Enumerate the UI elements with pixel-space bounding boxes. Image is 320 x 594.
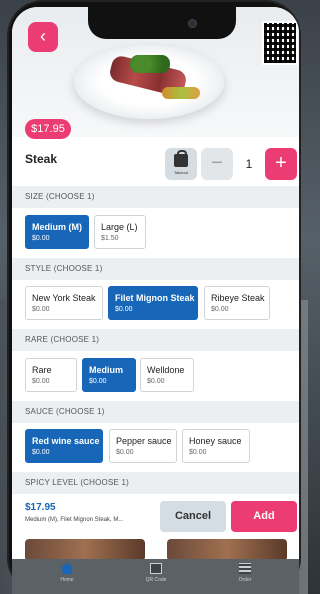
option-name: Pepper sauce	[116, 436, 172, 446]
option-sauce-pepper[interactable]: Pepper sauce $0.00	[109, 429, 177, 463]
option-price: $0.00	[115, 306, 133, 313]
quantity-decrease-button[interactable]: −	[201, 148, 233, 180]
option-price: $0.00	[32, 449, 50, 456]
app-screen: ‹ $17.95 Steak Takeout − 1 + SIZE (CHOOS…	[12, 7, 299, 594]
phone-notch	[88, 7, 236, 39]
option-sauce-honey[interactable]: Honey sauce $0.00	[182, 429, 250, 463]
option-price: $0.00	[32, 235, 50, 242]
selection-summary: Medium (M), Filet Mignon Steak, M...	[25, 517, 124, 523]
price-tag: $17.95	[25, 119, 71, 139]
option-name: Red wine sauce	[32, 436, 100, 446]
qr-code-icon	[262, 21, 298, 65]
quantity-increase-button[interactable]: +	[265, 148, 297, 180]
option-name: Honey sauce	[189, 436, 242, 446]
bag-icon	[174, 150, 188, 167]
cancel-button[interactable]: Cancel	[160, 501, 226, 532]
back-button[interactable]: ‹	[28, 22, 58, 52]
option-rare-welldone[interactable]: Welldone $0.00	[140, 358, 194, 392]
camera-icon	[188, 19, 197, 28]
tab-qr-code[interactable]: QR Code	[126, 563, 186, 583]
option-name: New York Steak	[32, 293, 96, 303]
vegetables	[162, 87, 200, 99]
section-header-style: STYLE (CHOOSE 1)	[12, 258, 299, 280]
background-dish-left	[25, 539, 145, 561]
total-price: $17.95	[25, 502, 56, 513]
section-header-spicy: SPICY LEVEL (CHOOSE 1)	[12, 472, 299, 494]
option-name: Filet Mignon Steak	[115, 293, 195, 303]
option-price: $0.00	[89, 378, 107, 385]
order-icon	[239, 563, 251, 574]
background-dish-right	[167, 539, 287, 561]
option-name: Welldone	[147, 365, 185, 375]
takeout-label: Takeout	[173, 170, 188, 175]
option-name: Rare	[32, 365, 52, 375]
option-rare-medium[interactable]: Medium $0.00	[82, 358, 136, 392]
option-style-filet-mignon[interactable]: Filet Mignon Steak $0.00	[108, 286, 198, 320]
option-sauce-red-wine[interactable]: Red wine sauce $0.00	[25, 429, 103, 463]
option-price: $1.50	[101, 235, 119, 242]
home-icon	[61, 563, 73, 574]
option-name: Medium (M)	[32, 222, 82, 232]
option-price: $0.00	[211, 306, 229, 313]
quantity-value: 1	[245, 157, 253, 171]
section-header-size: SIZE (CHOOSE 1)	[12, 186, 299, 208]
option-price: $0.00	[189, 449, 207, 456]
option-name: Large (L)	[101, 222, 138, 232]
option-name: Medium	[89, 365, 124, 375]
add-button[interactable]: Add	[231, 501, 297, 532]
tab-home[interactable]: Home	[37, 563, 97, 583]
option-price: $0.00	[32, 306, 50, 313]
product-title: Steak	[25, 152, 58, 166]
section-header-sauce: SAUCE (CHOOSE 1)	[12, 401, 299, 423]
option-style-new-york[interactable]: New York Steak $0.00	[25, 286, 103, 320]
tab-label: Order	[238, 577, 252, 583]
option-price: $0.00	[147, 378, 165, 385]
garnish	[130, 55, 170, 73]
tab-label: Home	[60, 577, 74, 583]
option-rare-rare[interactable]: Rare $0.00	[25, 358, 77, 392]
option-size-large[interactable]: Large (L) $1.50	[94, 215, 146, 249]
tab-label: QR Code	[145, 577, 167, 583]
option-style-ribeye[interactable]: Ribeye Steak $0.00	[204, 286, 270, 320]
qr-code-icon	[150, 563, 162, 574]
option-size-medium[interactable]: Medium (M) $0.00	[25, 215, 89, 249]
section-header-rare: RARE (CHOOSE 1)	[12, 329, 299, 351]
bottom-tab-bar: Home QR Code Order	[12, 559, 299, 594]
takeout-button[interactable]: Takeout	[165, 148, 197, 180]
option-price: $0.00	[116, 449, 134, 456]
option-price: $0.00	[32, 378, 50, 385]
option-name: Ribeye Steak	[211, 293, 265, 303]
tab-order[interactable]: Order	[215, 563, 275, 583]
